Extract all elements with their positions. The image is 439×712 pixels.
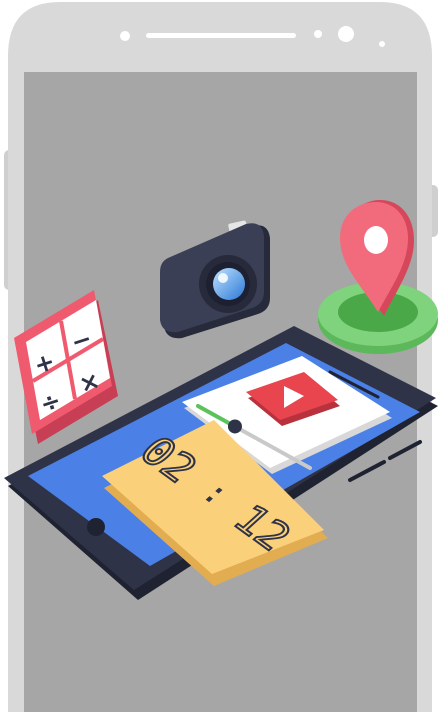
illustration-canvas: + − ÷ × 02: 12	[4, 2, 438, 712]
tablet-home-button	[87, 518, 105, 536]
progress-slider-knob[interactable]	[227, 419, 242, 434]
phone-front-camera	[338, 26, 354, 42]
phone-indicator-dot	[379, 41, 385, 47]
phone-front-sensor	[120, 31, 130, 41]
phone-speaker-grille	[146, 33, 296, 38]
app-illustration: + − ÷ × 02: 12	[0, 0, 439, 712]
phone-light-sensor	[314, 30, 322, 38]
